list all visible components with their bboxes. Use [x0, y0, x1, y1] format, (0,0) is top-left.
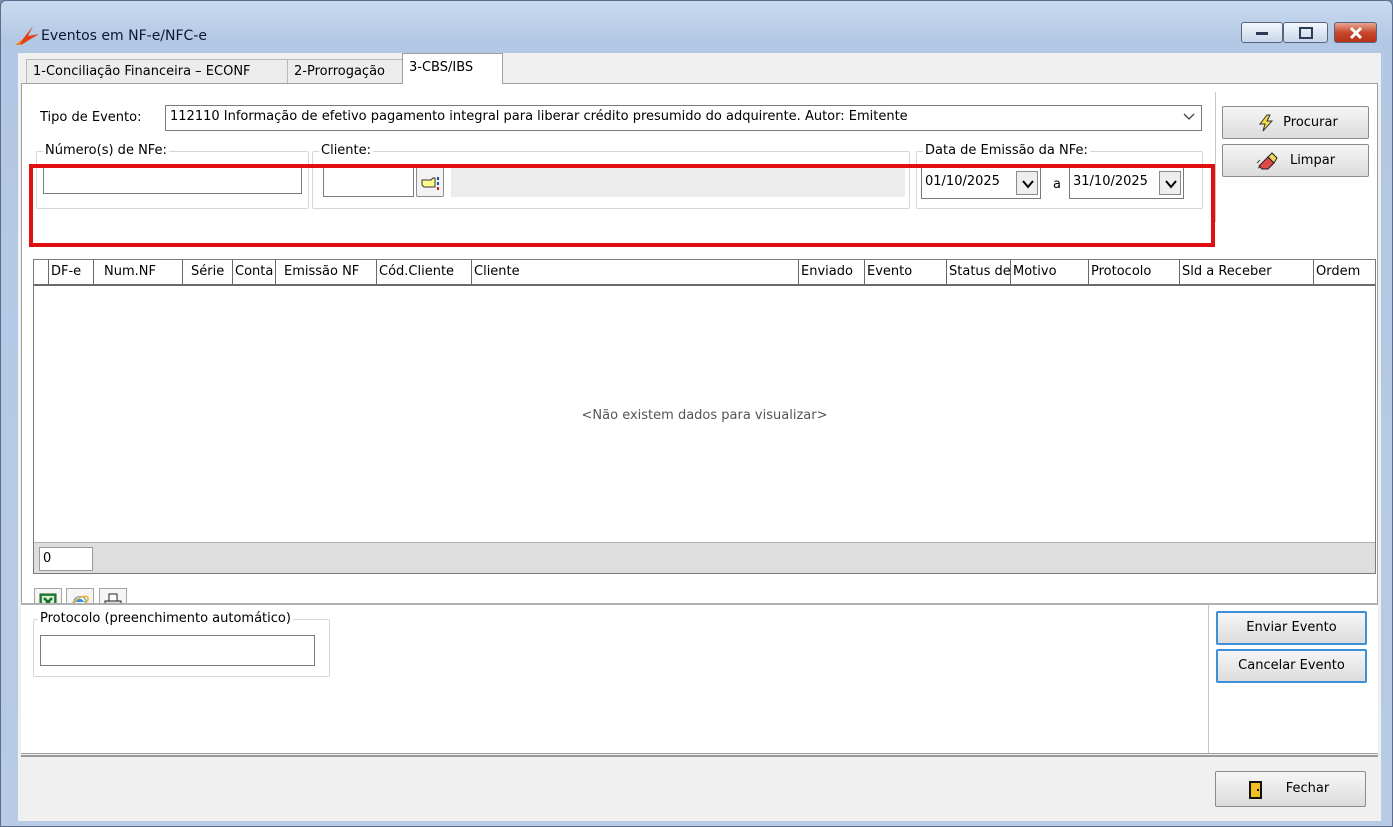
close-icon — [1349, 26, 1363, 40]
events-grid: DF-e Num.NF Série Conta Emissão NF Cód.C… — [33, 259, 1376, 574]
grid-header-indicator — [34, 260, 49, 284]
grid-empty-message: <Não existem dados para visualizar> — [581, 408, 828, 423]
col-header[interactable]: Emissão NF — [276, 260, 377, 284]
procurar-button[interactable]: Procurar — [1222, 106, 1369, 139]
close-button[interactable] — [1334, 22, 1377, 43]
tipo-evento-label: Tipo de Evento: — [40, 110, 142, 125]
lightning-icon — [1258, 114, 1274, 132]
title-bar: Eventos em NF-e/NFC-e — [1, 1, 1392, 47]
col-header[interactable]: Protocolo — [1089, 260, 1180, 284]
col-header[interactable]: Enviado — [799, 260, 865, 284]
procurar-label: Procurar — [1283, 115, 1338, 130]
col-header[interactable]: Motivo — [1011, 260, 1089, 284]
footer-bar: Fechar — [21, 755, 1378, 819]
maximize-icon — [1299, 27, 1313, 39]
tab-strip: 1-Conciliação Financeira – ECONF 2-Prorr… — [21, 53, 1384, 84]
numero-nfe-label: Número(s) de NFe: — [43, 143, 169, 158]
grid-footer: 0 — [34, 542, 1375, 573]
col-header[interactable]: DF-e — [49, 260, 94, 284]
fechar-button[interactable]: Fechar — [1215, 771, 1366, 807]
bottom-panel: Protocolo (preenchimento automático) Env… — [21, 603, 1378, 753]
maximize-button[interactable] — [1283, 22, 1328, 43]
chevron-down-icon — [1183, 113, 1195, 120]
tab-conciliacao-financeira[interactable]: 1-Conciliação Financeira – ECONF — [26, 59, 289, 83]
limpar-label: Limpar — [1289, 153, 1336, 168]
app-window: Eventos em NF-e/NFC-e 1-Conciliação Fina… — [0, 0, 1393, 827]
row-count: 0 — [39, 547, 93, 571]
enviar-evento-button[interactable]: Enviar Evento — [1216, 611, 1367, 645]
cancelar-evento-button[interactable]: Cancelar Evento — [1216, 649, 1367, 683]
col-header[interactable]: Cód.Cliente — [377, 260, 472, 284]
col-header[interactable]: Cliente — [472, 260, 799, 284]
exit-door-icon — [1249, 781, 1262, 799]
eraser-icon — [1256, 152, 1278, 170]
window-client-area: 1-Conciliação Financeira – ECONF 2-Prorr… — [18, 53, 1381, 821]
minimize-icon — [1256, 32, 1268, 35]
fechar-label: Fechar — [1285, 781, 1330, 796]
grid-header: DF-e Num.NF Série Conta Emissão NF Cód.C… — [34, 260, 1375, 286]
col-header[interactable]: Status de — [947, 260, 1011, 284]
col-header[interactable]: Série — [183, 260, 233, 284]
col-header[interactable]: Evento — [865, 260, 947, 284]
filters-highlight-box — [29, 164, 1215, 247]
tipo-evento-value: 112110 Informação de efetivo pagamento i… — [170, 109, 908, 124]
app-logo-icon — [15, 26, 39, 45]
protocolo-label: Protocolo (preenchimento automático) — [38, 611, 293, 626]
limpar-button[interactable]: Limpar — [1222, 144, 1369, 177]
tab-cbs-ibs[interactable]: 3-CBS/IBS — [402, 53, 503, 84]
tab-prorrogacao[interactable]: 2-Prorrogação — [287, 59, 403, 83]
protocolo-group: Protocolo (preenchimento automático) — [33, 611, 330, 677]
col-header[interactable]: Ordem — [1314, 260, 1376, 284]
cliente-label: Cliente: — [319, 143, 374, 158]
col-header[interactable]: Conta — [233, 260, 276, 284]
data-emissao-label: Data de Emissão da NFe: — [923, 143, 1090, 158]
minimize-button[interactable] — [1241, 22, 1283, 43]
col-header[interactable]: Sld a Receber — [1180, 260, 1314, 284]
protocolo-input[interactable] — [40, 635, 315, 666]
window-title: Eventos em NF-e/NFC-e — [41, 28, 207, 44]
col-header[interactable]: Num.NF — [94, 260, 183, 284]
tipo-evento-select[interactable]: 112110 Informação de efetivo pagamento i… — [165, 105, 1202, 131]
